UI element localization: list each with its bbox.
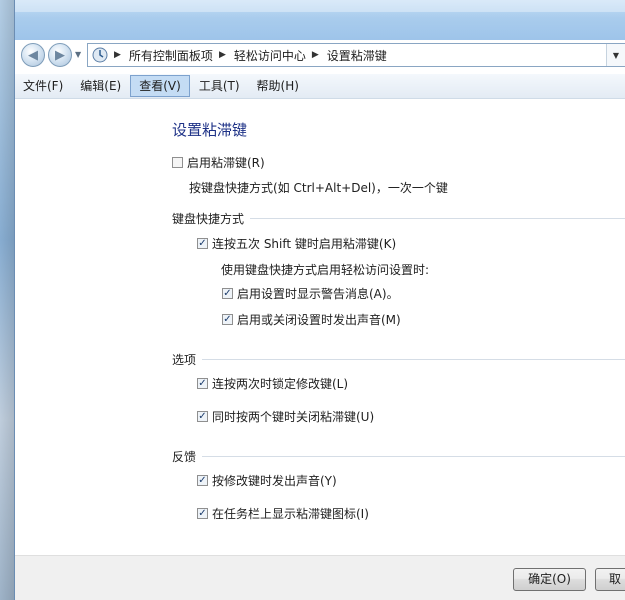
- lock-modifier-checkbox[interactable]: ✓ 连按两次时锁定修改键(L): [197, 375, 348, 392]
- checkmark-icon[interactable]: ✓: [197, 475, 208, 486]
- back-button[interactable]: ◀: [21, 43, 45, 67]
- checkmark-icon[interactable]: ✓: [222, 288, 233, 299]
- forward-button[interactable]: ▶: [48, 43, 72, 67]
- chevron-down-icon: ▼: [612, 50, 620, 60]
- enable-sticky-keys-checkbox[interactable]: 启用粘滞键(R): [172, 154, 265, 171]
- window-titlebar[interactable]: [15, 0, 625, 40]
- breadcrumb-item[interactable]: 设置粘滞键: [327, 47, 387, 64]
- checkmark-icon[interactable]: ✓: [197, 411, 208, 422]
- section-divider: [202, 359, 625, 360]
- back-arrow-icon: ◀: [28, 47, 38, 63]
- dialog-footer: 确定(O) 取: [15, 555, 625, 600]
- modifier-beep-checkbox[interactable]: ✓ 按修改键时发出声音(Y): [197, 472, 337, 489]
- menu-file[interactable]: 文件(F): [15, 75, 71, 97]
- section-options: 选项: [172, 351, 625, 368]
- checkmark-icon[interactable]: ✓: [197, 238, 208, 249]
- breadcrumb-separator-icon[interactable]: ▶: [312, 50, 319, 60]
- cancel-button[interactable]: 取: [595, 568, 625, 591]
- address-dropdown-button[interactable]: ▼: [606, 44, 625, 66]
- section-heading: 反馈: [172, 450, 197, 464]
- two-keys-off-checkbox[interactable]: ✓ 同时按两个键时关闭粘滞键(U): [197, 408, 374, 425]
- checkbox-label[interactable]: 启用或关闭设置时发出声音(M): [237, 311, 401, 328]
- page-title: 设置粘滞键: [172, 121, 248, 139]
- ok-button[interactable]: 确定(O): [513, 568, 586, 591]
- forward-arrow-icon: ▶: [55, 47, 65, 63]
- checkbox-label[interactable]: 启用粘滞键(R): [187, 154, 265, 171]
- taskbar-icon-checkbox[interactable]: ✓ 在任务栏上显示粘滞键图标(I): [197, 505, 369, 522]
- breadcrumb-item[interactable]: 轻松访问中心: [234, 47, 306, 64]
- menu-view[interactable]: 查看(V): [130, 75, 190, 97]
- show-warning-checkbox[interactable]: ✓ 启用设置时显示警告消息(A)。: [222, 285, 399, 302]
- checkmark-icon[interactable]: ✓: [197, 378, 208, 389]
- control-panel-window: ◀ ▶ ▼ ▶ 所有控制面板项 ▶ 轻松访问中心 ▶ 设置粘滞键 ▼ 文件(F)…: [14, 0, 625, 600]
- menu-tools[interactable]: 工具(T): [191, 75, 248, 97]
- checkmark-icon[interactable]: ✓: [222, 314, 233, 325]
- checkbox-label[interactable]: 启用设置时显示警告消息(A)。: [237, 285, 399, 302]
- section-keyboard-shortcut: 键盘快捷方式: [172, 210, 625, 227]
- checkbox-unchecked-icon[interactable]: [172, 157, 183, 168]
- enable-description: 按键盘快捷方式(如 Ctrl+Alt+Del)，一次一个键: [189, 181, 448, 195]
- section-divider: [202, 456, 625, 457]
- section-divider: [250, 218, 625, 219]
- shortcut-sub-description: 使用键盘快捷方式启用轻松访问设置时:: [221, 263, 430, 277]
- desktop-shadow: [0, 0, 14, 600]
- breadcrumb-separator-icon[interactable]: ▶: [219, 50, 226, 60]
- recent-pages-dropdown-icon[interactable]: ▼: [75, 50, 81, 59]
- checkbox-label[interactable]: 在任务栏上显示粘滞键图标(I): [212, 505, 369, 522]
- breadcrumb-separator-icon: ▶: [114, 50, 121, 60]
- address-bar[interactable]: ▶ 所有控制面板项 ▶ 轻松访问中心 ▶ 设置粘滞键 ▼: [87, 43, 625, 67]
- menu-bar: 文件(F) 编辑(E) 查看(V) 工具(T) 帮助(H): [15, 74, 625, 99]
- checkbox-label[interactable]: 同时按两个键时关闭粘滞键(U): [212, 408, 374, 425]
- control-panel-icon: [92, 47, 108, 63]
- section-heading: 选项: [172, 353, 197, 367]
- menu-edit[interactable]: 编辑(E): [72, 75, 129, 97]
- breadcrumb-item[interactable]: 所有控制面板项: [129, 47, 213, 64]
- checkmark-icon[interactable]: ✓: [197, 508, 208, 519]
- play-sound-checkbox[interactable]: ✓ 启用或关闭设置时发出声音(M): [222, 311, 401, 328]
- settings-content: 设置粘滞键 启用粘滞键(R) 按键盘快捷方式(如 Ctrl+Alt+Del)，一…: [15, 99, 625, 560]
- checkbox-label[interactable]: 按修改键时发出声音(Y): [212, 472, 337, 489]
- section-heading: 键盘快捷方式: [172, 212, 245, 226]
- shift-five-times-checkbox[interactable]: ✓ 连按五次 Shift 键时启用粘滞键(K): [197, 235, 396, 252]
- section-feedback: 反馈: [172, 448, 625, 465]
- checkbox-label[interactable]: 连按两次时锁定修改键(L): [212, 375, 348, 392]
- menu-help[interactable]: 帮助(H): [249, 75, 307, 97]
- checkbox-label[interactable]: 连按五次 Shift 键时启用粘滞键(K): [212, 235, 396, 252]
